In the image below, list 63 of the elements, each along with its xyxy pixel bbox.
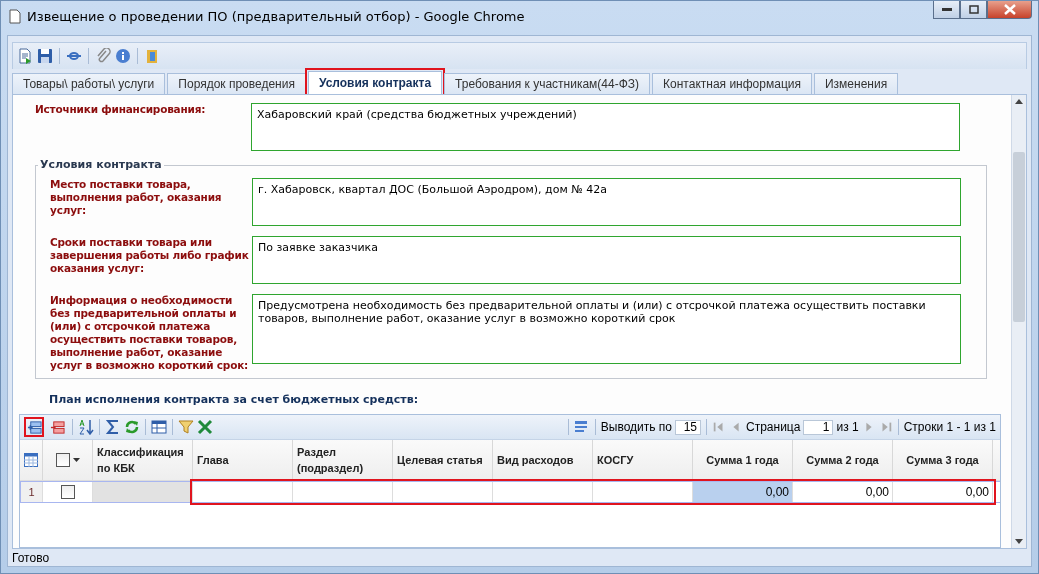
page-label: Страница (746, 420, 801, 434)
document-arrow-icon[interactable] (17, 48, 33, 64)
text-field[interactable]: По заявке заказчика (252, 236, 961, 284)
column-header[interactable]: Сумма 1 года (693, 440, 793, 480)
rows-info: Строки 1 - 1 из 1 (903, 420, 996, 434)
tab[interactable]: Товары\ работы\ услуги (12, 73, 166, 94)
text-field[interactable]: Предусмотрена необходимость без предварительной оплаты и (или) с отсрочкой платежа осуществить поставки товаров, выполнение работ, оказание услуг в возможно короткий срок (252, 294, 961, 364)
scroll-up-icon[interactable] (1015, 99, 1023, 104)
row-number: 1 (21, 482, 43, 502)
columns-icon[interactable] (573, 419, 590, 435)
tab[interactable]: Требования к участникам(44-ФЗ) (444, 73, 651, 94)
row-checkbox[interactable] (60, 485, 75, 499)
page-size-label: Выводить по (600, 420, 673, 434)
page-size-field[interactable]: 15 (675, 419, 702, 435)
table-cell[interactable]: 0,00 (693, 482, 793, 502)
refresh-icon[interactable] (124, 419, 140, 435)
paperclip-icon[interactable] (95, 48, 111, 64)
column-header[interactable]: Глава (193, 440, 293, 480)
select-all-checkbox[interactable] (55, 453, 70, 467)
maximize-icon[interactable] (968, 5, 979, 14)
tab[interactable]: Порядок проведения (167, 73, 306, 94)
minimize-icon[interactable] (941, 7, 952, 12)
field-label: Место поставки товара, выполнения работ, оказания услуг: (49, 178, 223, 217)
table-cell[interactable]: 0,00 (793, 482, 893, 502)
section-title: План исполнения контракта за счет бюджетных средств: (49, 393, 420, 406)
table-settings-icon[interactable] (151, 419, 167, 435)
table-cell[interactable] (93, 482, 193, 502)
add-row-icon[interactable] (26, 419, 42, 435)
table-cell[interactable]: 0,00 (893, 482, 993, 502)
sum-icon[interactable] (105, 419, 121, 435)
text-field[interactable]: Хабаровский край (средства бюджетных учреждений) (251, 103, 960, 151)
column-header[interactable]: КОСГУ (593, 440, 693, 480)
field-label: Источники финансирования: (34, 103, 207, 116)
tab[interactable]: Изменения (813, 73, 899, 94)
column-header[interactable]: Сумма 2 года (793, 440, 893, 480)
close-button[interactable] (987, 1, 1032, 19)
scroll-down-icon[interactable] (1015, 539, 1023, 544)
field-label: Сроки поставки товара или завершения работы либо график оказания услуг: (49, 236, 249, 275)
column-header[interactable]: Сумма 3 года (893, 440, 993, 480)
info-icon[interactable] (115, 48, 131, 64)
sort-icon[interactable] (78, 419, 94, 435)
delete-row-icon[interactable] (49, 419, 65, 435)
column-header[interactable]: Раздел (подраздел) (293, 440, 393, 480)
page-field[interactable]: 1 (803, 419, 834, 435)
close-icon[interactable] (1003, 4, 1016, 15)
group-title: Условия контракта (38, 158, 164, 171)
text-field[interactable]: г. Хабаровск, квартал ДОС (Большой Аэродром), дом № 42а (252, 178, 961, 226)
maximize-button[interactable] (960, 1, 987, 19)
page-total: из 1 (836, 420, 859, 434)
filter-icon[interactable] (178, 419, 194, 435)
window-title: Извещение о проведении ПО (предварительный отбор) - Google Chrome (27, 8, 525, 24)
column-header[interactable]: Вид расходов (493, 440, 593, 480)
minimize-button[interactable] (933, 1, 960, 19)
scrollbar-thumb[interactable] (1013, 151, 1025, 322)
page-icon (9, 8, 21, 24)
field-label: Информация о необходимости без предварительной оплаты и (или) с отсрочкой платежа осуществить поставки товаров, выполнение работ, оказание услуг в возможно короткий срок: (49, 294, 249, 372)
table-icon[interactable] (24, 453, 38, 467)
caret-icon[interactable] (72, 458, 80, 462)
tab[interactable]: Контактная информация (652, 73, 812, 94)
save-icon[interactable] (37, 48, 53, 64)
column-header[interactable]: Целевая статья (393, 440, 493, 480)
tab[interactable]: Условия контракта (307, 71, 443, 94)
column-header[interactable]: Классификация по КБК (93, 440, 193, 480)
